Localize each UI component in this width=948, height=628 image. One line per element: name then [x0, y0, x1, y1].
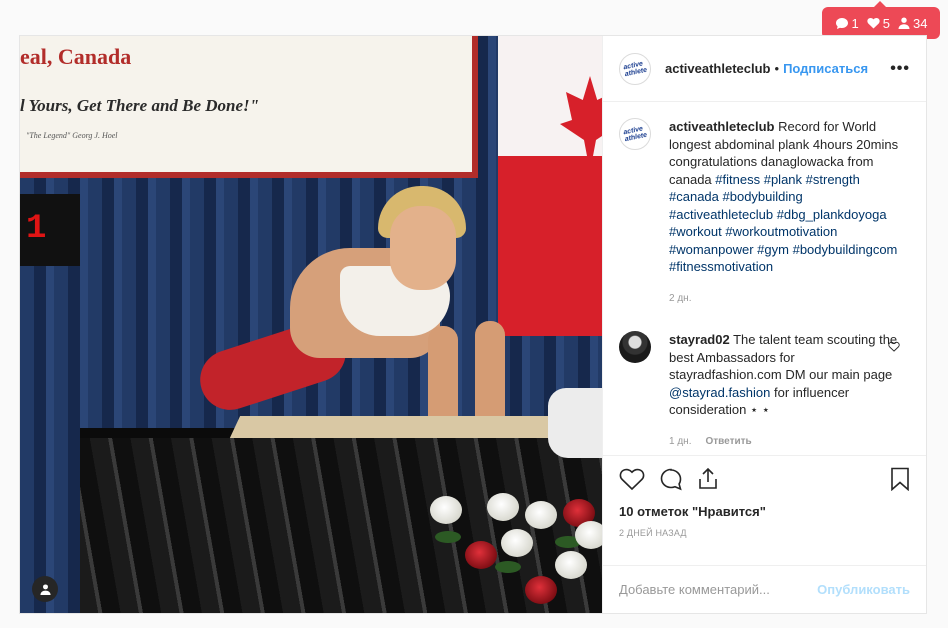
banner-signature: "The Legend" Georg J. Hoel: [26, 131, 118, 140]
publish-button[interactable]: Опубликовать: [817, 582, 910, 597]
comment-count-value: 1: [851, 15, 859, 31]
post-date[interactable]: 2 ДНЕЙ НАЗАД: [619, 528, 910, 538]
post-sidebar: active athlete activeathleteclub • Подпис…: [602, 36, 926, 613]
rose-bouquet: [425, 491, 602, 611]
banner-quote: l Yours, Get There and Be Done!": [20, 96, 260, 115]
hashtag-link[interactable]: #plank: [764, 172, 802, 187]
banner-title: eal, Canada: [20, 44, 132, 69]
post-header: active athlete activeathleteclub • Подпис…: [603, 36, 926, 102]
plank-mat: [229, 416, 571, 438]
separator-dot: •: [774, 61, 780, 76]
likes-count[interactable]: 10 отметок "Нравится": [619, 504, 910, 519]
caption-time[interactable]: 2 дн.: [669, 290, 691, 308]
timer-display: 1: [20, 194, 80, 266]
post-photo[interactable]: eal, Canada l Yours, Get There and Be Do…: [20, 36, 602, 613]
caption: active athlete activeathleteclub Record f…: [619, 118, 910, 307]
post-actions: 10 отметок "Нравится" 2 ДНЕЙ НАЗАД: [603, 455, 926, 565]
add-comment-bar: Опубликовать: [603, 565, 926, 613]
towel: [548, 388, 602, 458]
hashtag-link[interactable]: #fitness: [715, 172, 760, 187]
follow-button[interactable]: Подписаться: [783, 61, 868, 76]
commenter-avatar[interactable]: [619, 331, 651, 363]
comments-list[interactable]: active athlete activeathleteclub Record f…: [603, 102, 926, 455]
like-count: 5: [867, 16, 890, 31]
author-avatar[interactable]: active athlete: [619, 118, 651, 150]
athlete-head: [390, 206, 456, 290]
hashtag-link[interactable]: #fitnessmotivation: [669, 259, 773, 274]
comment-mention[interactable]: @stayrad.fashion: [669, 385, 770, 400]
bookmark-icon: [891, 467, 909, 491]
activeathleteclub-logo-icon: active athlete: [622, 59, 648, 78]
like-comment-button[interactable]: [888, 339, 900, 357]
event-banner: eal, Canada l Yours, Get There and Be Do…: [20, 36, 478, 178]
caption-username[interactable]: activeathleteclub: [669, 119, 775, 134]
reply-button[interactable]: Ответить: [705, 433, 751, 451]
hashtag-link[interactable]: #dbg_plankdoyoga: [777, 207, 887, 222]
hashtag-link[interactable]: #gym: [757, 242, 789, 257]
like-button[interactable]: [619, 467, 645, 496]
maple-leaf-icon: [560, 76, 602, 156]
hashtag-link[interactable]: #canada: [669, 189, 719, 204]
activeathleteclub-logo-icon: active athlete: [622, 125, 648, 144]
heart-icon: [867, 17, 880, 29]
like-count-value: 5: [882, 15, 890, 31]
comment-input[interactable]: [619, 582, 818, 597]
comment-time[interactable]: 1 дн.: [669, 433, 691, 451]
heart-outline-icon: [619, 468, 645, 490]
save-button[interactable]: [890, 467, 910, 496]
share-icon: [699, 467, 717, 489]
comment-button[interactable]: [659, 467, 683, 496]
comment-count: 1: [835, 16, 859, 31]
hashtag-link[interactable]: #workout: [669, 224, 722, 239]
tagged-users-button[interactable]: [32, 576, 58, 602]
share-button[interactable]: [697, 467, 719, 496]
follower-count: 34: [898, 16, 927, 31]
person-icon: [898, 17, 910, 29]
more-options-button[interactable]: •••: [890, 60, 910, 78]
person-icon: [39, 583, 51, 595]
hashtag-link[interactable]: #bodybuilding: [723, 189, 803, 204]
hashtag-link[interactable]: #workoutmotivation: [725, 224, 837, 239]
timer-digits: 1: [26, 210, 47, 248]
comment-icon: [660, 468, 682, 490]
hashtag-link[interactable]: #bodybuildingcom: [793, 242, 898, 257]
author-avatar[interactable]: active athlete: [619, 52, 651, 85]
post-card: eal, Canada l Yours, Get There and Be Do…: [19, 35, 927, 614]
heart-outline-icon: [888, 341, 900, 352]
hashtag-link[interactable]: #activeathleteclub: [669, 207, 773, 222]
comment-item: stayrad02 The talent team scouting the b…: [619, 331, 910, 450]
comment-icon: [835, 17, 848, 29]
hashtag-link[interactable]: #womanpower: [669, 242, 754, 257]
follower-count-value: 34: [913, 15, 928, 31]
author-username[interactable]: activeathleteclub: [665, 61, 771, 76]
hashtag-link[interactable]: #strength: [806, 172, 860, 187]
comment-username[interactable]: stayrad02: [669, 332, 730, 347]
canada-flag: [498, 36, 602, 336]
